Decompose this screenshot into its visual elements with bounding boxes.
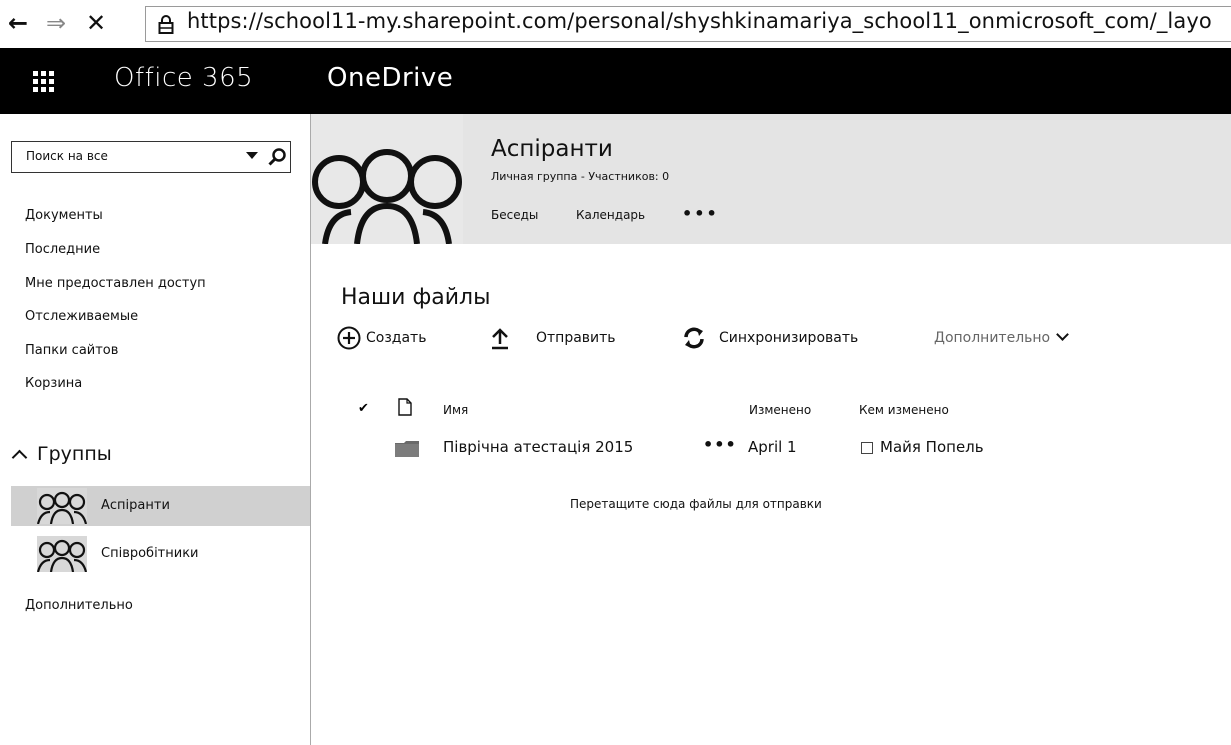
nav-followed[interactable]: Отслеживаемые — [25, 309, 138, 324]
sync-label: Синхронизировать — [719, 330, 859, 346]
page-title: Наши файлы — [341, 285, 491, 310]
nav-site-folders[interactable]: Папки сайтов — [25, 343, 118, 358]
group-label: Співробітники — [101, 546, 199, 561]
onedrive-app-name[interactable]: OneDrive — [327, 63, 453, 93]
file-modified-date: April 1 — [748, 438, 797, 456]
folder-icon — [395, 441, 419, 457]
group-people-icon — [311, 114, 463, 244]
group-label: Аспіранти — [101, 498, 170, 513]
nav-more-link[interactable]: Дополнительно — [25, 598, 133, 613]
suite-bar: Office 365 OneDrive — [0, 48, 1231, 114]
more-commands-button[interactable]: Дополнительно — [934, 328, 1069, 346]
add-circle-icon — [337, 326, 361, 350]
presence-icon — [861, 442, 873, 454]
group-people-icon — [37, 488, 87, 524]
upload-button[interactable]: Отправить — [489, 322, 639, 356]
row-more-icon[interactable]: ••• — [703, 435, 737, 454]
more-commands-label: Дополнительно — [934, 330, 1051, 346]
tab-calendar[interactable]: Календарь — [576, 208, 645, 222]
file-type-icon — [398, 398, 412, 416]
chevron-down-icon — [1056, 328, 1069, 341]
group-people-icon — [37, 536, 87, 572]
file-name-link[interactable]: Піврічна атестація 2015 — [443, 438, 633, 456]
groups-header[interactable]: Группы — [11, 443, 112, 466]
sync-button[interactable]: Синхронизировать — [682, 322, 902, 356]
tab-conversations[interactable]: Беседы — [491, 208, 538, 222]
file-modified-by[interactable]: Майя Попель — [880, 438, 984, 456]
group-title: Аспіранти — [491, 136, 613, 162]
table-row[interactable]: Піврічна атестація 2015 ••• April 1 Майя… — [330, 428, 1210, 466]
create-label: Создать — [366, 330, 427, 346]
lock-icon — [158, 15, 174, 34]
chevron-up-icon[interactable] — [11, 449, 28, 466]
app-launcher-icon[interactable] — [33, 71, 55, 93]
forward-arrow-icon[interactable]: ⇒ — [46, 9, 66, 37]
sidebar-group-spivrobitnyky[interactable]: Співробітники — [11, 534, 310, 574]
groups-header-label: Группы — [37, 443, 112, 465]
stop-icon[interactable]: ✕ — [86, 9, 106, 37]
sidebar-group-aspiranty[interactable]: Аспіранти — [11, 486, 310, 526]
column-header-modified[interactable]: Изменено — [749, 403, 811, 417]
search-input[interactable]: Поиск на все — [11, 141, 291, 173]
nav-shared-with-me[interactable]: Мне предоставлен доступ — [25, 276, 206, 291]
upload-label: Отправить — [536, 330, 616, 346]
url-text[interactable]: https://school11-my.sharepoint.com/perso… — [187, 9, 1212, 33]
drop-zone-hint: Перетащите сюда файлы для отправки — [570, 497, 822, 511]
search-icon[interactable] — [267, 147, 287, 167]
nav-recycle-bin[interactable]: Корзина — [25, 376, 82, 391]
office-365-brand[interactable]: Office 365 — [114, 63, 253, 93]
sync-icon — [684, 327, 704, 349]
back-arrow-icon[interactable]: ← — [8, 9, 28, 37]
nav-documents[interactable]: Документы — [25, 208, 103, 223]
column-header-name[interactable]: Имя — [443, 403, 468, 417]
upload-icon — [492, 328, 508, 350]
group-header: Аспіранти Личная группа - Участников: 0 … — [311, 114, 1231, 244]
create-button[interactable]: Создать — [337, 322, 457, 356]
search-placeholder: Поиск на все — [26, 149, 108, 163]
nav-recent[interactable]: Последние — [25, 242, 100, 257]
group-subtitle: Личная группа - Участников: 0 — [491, 170, 670, 183]
browser-toolbar: ← ⇒ ✕ https://school11-my.sharepoint.com… — [0, 0, 1231, 48]
search-scope-dropdown-icon[interactable] — [246, 152, 258, 159]
group-more-icon[interactable]: ••• — [682, 204, 719, 223]
column-header-modified-by[interactable]: Кем изменено — [859, 403, 949, 417]
select-all-checkmark-icon[interactable]: ✔ — [358, 401, 369, 416]
